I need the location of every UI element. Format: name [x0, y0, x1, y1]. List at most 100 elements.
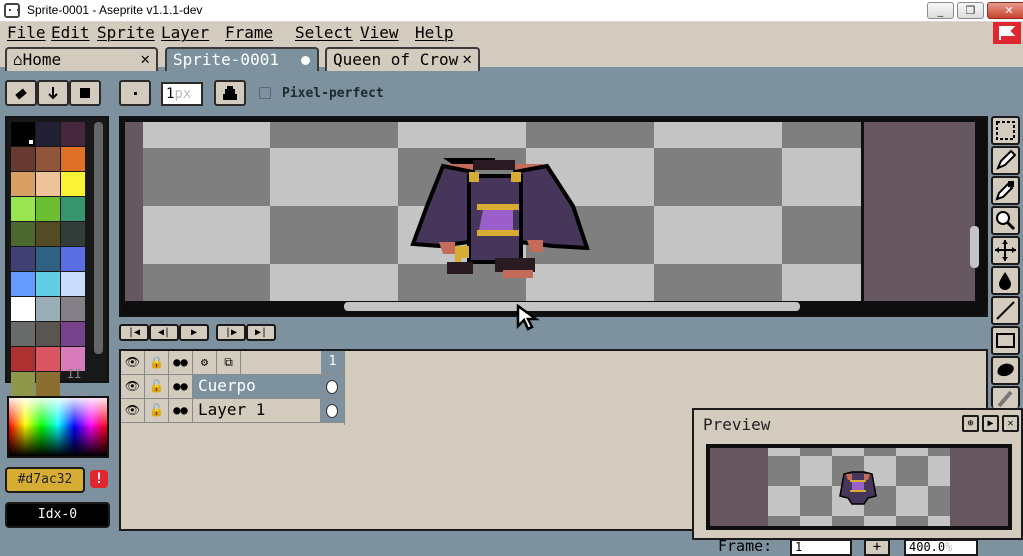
preview-center-button[interactable]: ⊕: [962, 415, 979, 432]
previous-frame-button[interactable]: ◀|: [149, 324, 179, 341]
foreground-color-button[interactable]: #d7ac32: [5, 467, 85, 493]
brush-type-button[interactable]: [5, 80, 37, 106]
blur-tool[interactable]: [991, 386, 1020, 408]
frame-number-header[interactable]: 1: [321, 351, 344, 375]
layer-visibility-eye-icon[interactable]: 👁: [121, 399, 145, 423]
palette-swatch[interactable]: [11, 197, 35, 221]
background-color-button[interactable]: Idx-0: [5, 502, 110, 528]
timeline-splitter[interactable]: [344, 351, 345, 425]
palette-swatch[interactable]: [11, 322, 35, 346]
brush-pixel-button[interactable]: [119, 80, 151, 106]
palette-swatch[interactable]: [11, 172, 35, 196]
pixel-perfect-checkbox[interactable]: [259, 87, 271, 99]
menu-frame[interactable]: Frame: [225, 23, 273, 42]
first-frame-button[interactable]: |◀: [119, 324, 149, 341]
layer-name[interactable]: Cuerpo: [193, 375, 321, 399]
gear-icon[interactable]: ⚙: [193, 351, 217, 375]
palette-swatch[interactable]: [61, 122, 85, 146]
layer-visibility-eye-icon[interactable]: 👁: [121, 375, 145, 399]
palette-swatch[interactable]: [61, 197, 85, 221]
palette-swatch[interactable]: [11, 272, 35, 296]
cel-cuerpo-frame-1[interactable]: [321, 375, 344, 399]
layer-continuous-icon[interactable]: ●●: [169, 399, 193, 423]
palette-swatch[interactable]: [61, 222, 85, 246]
palette-swatch[interactable]: [61, 272, 85, 296]
menu-sprite[interactable]: Sprite: [97, 23, 155, 42]
palette-swatch[interactable]: [36, 272, 60, 296]
layer-row-layer-1[interactable]: 👁 🔓 ●● Layer 1: [121, 399, 344, 423]
palette-swatch[interactable]: [36, 322, 60, 346]
brush-size-input[interactable]: 1px: [161, 82, 203, 106]
line-tool[interactable]: [991, 296, 1020, 325]
palette-swatch[interactable]: [11, 247, 35, 271]
palette-swatch[interactable]: [61, 172, 85, 196]
add-frame-button[interactable]: +: [864, 539, 890, 556]
layer-name[interactable]: Layer 1: [193, 399, 321, 423]
rectangle-tool[interactable]: [991, 326, 1020, 355]
preview-viewport[interactable]: [706, 444, 1012, 530]
palette-swatch[interactable]: [11, 372, 35, 396]
brush-shape-button[interactable]: [69, 80, 101, 106]
zoom-tool[interactable]: [991, 206, 1020, 235]
play-button[interactable]: ▶: [179, 324, 209, 341]
preview-play-button[interactable]: ▶: [982, 415, 999, 432]
last-frame-button[interactable]: ▶|: [246, 324, 276, 341]
menu-layer[interactable]: Layer: [161, 23, 209, 42]
move-tool[interactable]: [991, 236, 1020, 265]
palette-swatch[interactable]: [11, 297, 35, 321]
sprite-canvas[interactable]: [143, 122, 861, 301]
palette-swatch[interactable]: [11, 222, 35, 246]
paint-bucket-tool[interactable]: [991, 266, 1020, 295]
menu-view[interactable]: View: [360, 23, 399, 42]
close-window-button[interactable]: ✕: [987, 2, 1023, 19]
palette-swatch[interactable]: [36, 122, 60, 146]
sprite-editor[interactable]: [119, 116, 988, 317]
editor-horizontal-scrollbar[interactable]: [344, 302, 800, 311]
tab-queen-of-crow[interactable]: Queen of Crow ✕: [325, 47, 480, 71]
palette-swatch[interactable]: [36, 197, 60, 221]
maximize-button[interactable]: ❐: [957, 2, 984, 19]
palette-swatch[interactable]: [11, 347, 35, 371]
layer-lock-icon[interactable]: 🔓: [145, 399, 169, 423]
brush-options-button[interactable]: [37, 80, 69, 106]
palette-swatch[interactable]: [61, 322, 85, 346]
menu-file[interactable]: File: [7, 23, 46, 42]
tab-sprite-0001[interactable]: Sprite-0001: [165, 47, 319, 71]
layer-continuous-icon[interactable]: ●●: [169, 375, 193, 399]
pencil-tool[interactable]: [991, 146, 1020, 175]
link-icon[interactable]: ⧉: [217, 351, 241, 375]
marquee-tool[interactable]: [991, 116, 1020, 145]
tab-home[interactable]: ⌂Home ✕: [5, 47, 158, 71]
menu-select[interactable]: Select: [295, 23, 353, 42]
contour-tool[interactable]: [991, 356, 1020, 385]
color-spectrum-picker[interactable]: [7, 396, 109, 458]
palette-swatch[interactable]: [36, 347, 60, 371]
close-tab-icon[interactable]: ✕: [462, 49, 472, 68]
eye-icon[interactable]: 👁: [121, 351, 145, 375]
palette-swatch[interactable]: [36, 222, 60, 246]
preview-close-button[interactable]: ✕: [1002, 415, 1019, 432]
palette-swatch[interactable]: [11, 147, 35, 171]
palette-swatch[interactable]: [36, 372, 60, 396]
menu-help[interactable]: Help: [415, 23, 454, 42]
zoom-input[interactable]: 400.0%: [904, 539, 978, 556]
next-frame-button[interactable]: |▶: [216, 324, 246, 341]
palette-swatch[interactable]: [36, 247, 60, 271]
minimize-button[interactable]: _: [927, 2, 954, 19]
palette-swatch[interactable]: [61, 297, 85, 321]
frame-number-input[interactable]: 1: [790, 539, 852, 556]
palette-swatch[interactable]: [11, 122, 35, 146]
layer-lock-icon[interactable]: 🔓: [145, 375, 169, 399]
notifications-flag-button[interactable]: [993, 22, 1021, 44]
layer-row-cuerpo[interactable]: 👁 🔓 ●● Cuerpo: [121, 375, 344, 399]
cel-layer-1-frame-1[interactable]: [321, 399, 344, 423]
palette-swatch[interactable]: [36, 297, 60, 321]
continuous-icon[interactable]: ●●: [169, 351, 193, 375]
menu-edit[interactable]: Edit: [51, 23, 90, 42]
palette-swatch[interactable]: [61, 247, 85, 271]
lock-icon[interactable]: 🔒: [145, 351, 169, 375]
eyedropper-tool[interactable]: [991, 176, 1020, 205]
ink-type-button[interactable]: [214, 80, 246, 106]
palette-swatch[interactable]: [36, 147, 60, 171]
palette-swatch[interactable]: [36, 172, 60, 196]
